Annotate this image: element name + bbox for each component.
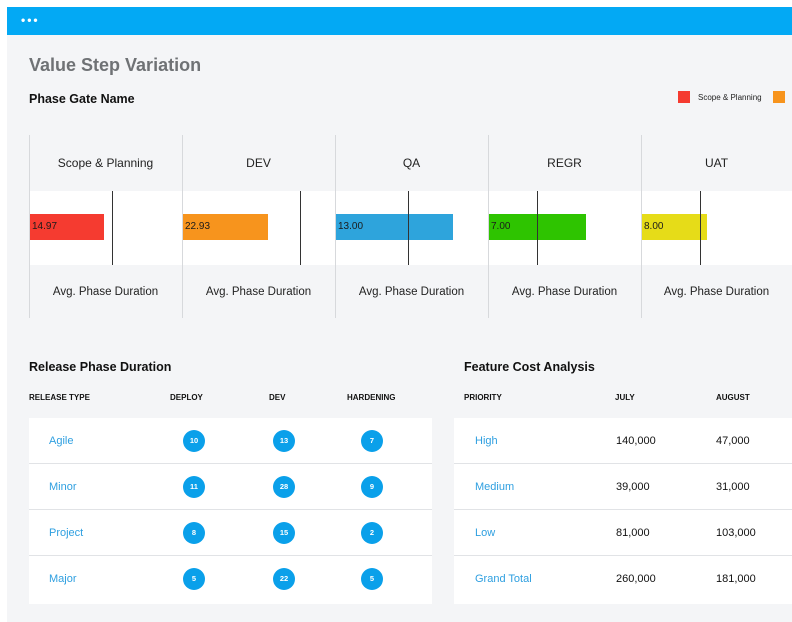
phase-columns: Scope & Planning 14.97 Avg. Phase Durati… — [29, 135, 792, 318]
release-section-title: Release Phase Duration — [29, 360, 172, 374]
window-titlebar: ••• — [7, 7, 792, 35]
release-type-link[interactable]: Agile — [49, 418, 73, 464]
table-row[interactable]: Medium 39,000 31,000 — [454, 464, 792, 510]
dev-count-badge: 13 — [273, 430, 295, 452]
august-cost: 47,000 — [716, 435, 750, 447]
hardening-count-badge: 9 — [361, 476, 383, 498]
hardening-count-badge: 2 — [361, 522, 383, 544]
dev-count-badge: 15 — [273, 522, 295, 544]
column-header-dev: DEV — [269, 393, 286, 402]
phase-legend: Scope & Planning — [678, 91, 792, 103]
phase-target-marker — [537, 191, 538, 265]
cost-section-title: Feature Cost Analysis — [464, 360, 595, 374]
phase-name: QA — [402, 156, 421, 170]
priority-link[interactable]: Low — [475, 510, 495, 556]
release-type-link[interactable]: Major — [49, 556, 77, 602]
table-row[interactable]: Agile 10 13 7 — [29, 418, 432, 464]
phase-column: DEV 22.93 Avg. Phase Duration — [182, 135, 335, 318]
column-header-priority: PRIORITY — [464, 393, 502, 402]
deploy-count-badge: 11 — [183, 476, 205, 498]
priority-link[interactable]: Medium — [475, 464, 514, 510]
column-divider — [335, 135, 336, 318]
table-row[interactable]: Minor 11 28 9 — [29, 464, 432, 510]
legend-swatch-0 — [678, 91, 690, 103]
phase-bar-track: 7.00 — [488, 191, 641, 265]
august-cost: 181,000 — [716, 573, 756, 585]
phase-bar-track: 14.97 — [29, 191, 182, 265]
phase-bar-track: 8.00 — [641, 191, 792, 265]
phase-target-marker — [300, 191, 301, 265]
phase-bar-value: 7.00 — [491, 221, 511, 232]
phase-bar: 13.00 — [335, 214, 453, 240]
phase-name: Scope & Planning — [57, 156, 154, 170]
table-row[interactable]: Grand Total 260,000 181,000 — [454, 556, 792, 602]
table-row[interactable]: Major 5 22 5 — [29, 556, 432, 602]
page-title: Value Step Variation — [29, 55, 202, 75]
phase-bar-track: 22.93 — [182, 191, 335, 265]
phase-target-marker — [112, 191, 113, 265]
column-divider — [641, 135, 642, 318]
phase-name: REGR — [547, 156, 582, 170]
priority-link[interactable]: High — [475, 418, 498, 464]
table-row[interactable]: Project 8 15 2 — [29, 510, 432, 556]
legend-swatch-1 — [772, 91, 785, 103]
phase-target-marker — [408, 191, 409, 265]
phase-bar: 14.97 — [29, 214, 104, 240]
column-header-july: JULY — [615, 393, 635, 402]
table-row[interactable]: Low 81,000 103,000 — [454, 510, 792, 556]
phase-name: UAT — [704, 156, 729, 170]
phase-column: UAT 8.00 Avg. Phase Duration — [641, 135, 792, 318]
priority-link[interactable]: Grand Total — [475, 556, 532, 602]
phase-bar: 22.93 — [182, 214, 268, 240]
column-divider — [182, 135, 183, 318]
column-header-deploy: DEPLOY — [170, 393, 203, 402]
phase-footer: Avg. Phase Duration — [205, 285, 312, 298]
phase-footer: Avg. Phase Duration — [358, 285, 465, 298]
july-cost: 81,000 — [616, 527, 650, 539]
phase-column: Scope & Planning 14.97 Avg. Phase Durati… — [29, 135, 182, 318]
cost-table: High 140,000 47,000 Medium 39,000 31,000… — [454, 418, 792, 604]
phase-bar-value: 8.00 — [644, 221, 664, 232]
hardening-count-badge: 5 — [361, 568, 383, 590]
deploy-count-badge: 8 — [183, 522, 205, 544]
release-table: Agile 10 13 7 Minor 11 28 9 Project 8 15… — [29, 418, 432, 604]
window-menu-dots-icon[interactable]: ••• — [21, 14, 40, 26]
table-row[interactable]: High 140,000 47,000 — [454, 418, 792, 464]
phase-bar: 8.00 — [641, 214, 707, 240]
phase-name: DEV — [246, 156, 271, 170]
phase-column: QA 13.00 Avg. Phase Duration — [335, 135, 488, 318]
column-header-august: AUGUST — [716, 393, 750, 402]
hardening-count-badge: 7 — [361, 430, 383, 452]
dashboard-panel: Value Step Variation Phase Gate Name Sco… — [7, 35, 792, 622]
release-type-link[interactable]: Minor — [49, 464, 77, 510]
phase-section-title: Phase Gate Name — [29, 92, 135, 106]
phase-column: REGR 7.00 Avg. Phase Duration — [488, 135, 641, 318]
dev-count-badge: 22 — [273, 568, 295, 590]
august-cost: 31,000 — [716, 481, 750, 493]
column-divider — [488, 135, 489, 318]
phase-bar-value: 13.00 — [338, 221, 364, 232]
column-divider — [29, 135, 30, 318]
phase-footer: Avg. Phase Duration — [511, 285, 618, 298]
phase-bar-track: 13.00 — [335, 191, 488, 265]
phase-footer: Avg. Phase Duration — [52, 285, 159, 298]
legend-label-0: Scope & Planning — [698, 92, 762, 102]
dev-count-badge: 28 — [273, 476, 295, 498]
phase-bar-value: 22.93 — [185, 221, 211, 232]
phase-target-marker — [700, 191, 701, 265]
july-cost: 260,000 — [616, 573, 656, 585]
column-header-hardening: HARDENING — [347, 393, 396, 402]
august-cost: 103,000 — [716, 527, 756, 539]
release-type-link[interactable]: Project — [49, 510, 83, 556]
july-cost: 39,000 — [616, 481, 650, 493]
deploy-count-badge: 5 — [183, 568, 205, 590]
column-header-release-type: RELEASE TYPE — [29, 393, 90, 402]
deploy-count-badge: 10 — [183, 430, 205, 452]
phase-bar-value: 14.97 — [32, 221, 58, 232]
july-cost: 140,000 — [616, 435, 656, 447]
phase-footer: Avg. Phase Duration — [663, 285, 770, 298]
